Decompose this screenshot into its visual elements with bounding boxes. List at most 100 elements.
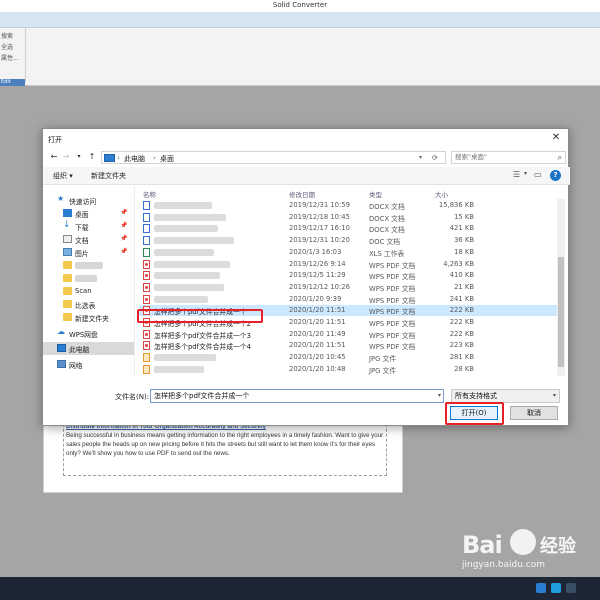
menu-search[interactable]: 搜索 xyxy=(0,31,26,42)
file-row[interactable]: 2019/12/31 10:20 DOC 文档 36 KB xyxy=(139,235,559,246)
blurred-file-name xyxy=(154,260,230,268)
file-type: DOCX 文档 xyxy=(369,214,405,223)
nav-quick-access[interactable]: ★ 快速访问 xyxy=(43,194,134,207)
view-dropdown-icon[interactable]: ▾ xyxy=(524,170,527,177)
file-row[interactable]: 2020/1/20 10:48 JPG 文件 28 KB xyxy=(139,364,559,375)
tray-icon[interactable] xyxy=(566,583,576,593)
watermark-url: jingyan.baidu.com xyxy=(462,560,546,570)
up-arrow-icon[interactable]: ↑ xyxy=(87,151,97,163)
column-size[interactable]: 大小 xyxy=(435,189,448,199)
nav-downloads[interactable]: ↓ 下载 📌 xyxy=(43,220,134,233)
pictures-icon xyxy=(63,248,72,256)
baidu-jingyan-watermark: Bai 经验 jingyan.baidu.com xyxy=(462,527,597,582)
nav-this-pc[interactable]: 此电脑 xyxy=(43,342,134,355)
menu-properties[interactable]: 属性... xyxy=(0,53,26,64)
desktop-icon xyxy=(63,209,72,217)
cancel-button[interactable]: 取消 xyxy=(510,406,558,420)
file-row[interactable]: 2019/12/12 10:26 WPS PDF 文档 21 KB xyxy=(139,282,559,293)
nav-desktop[interactable]: 桌面 📌 xyxy=(43,207,134,220)
nav-pictures[interactable]: 图片 📌 xyxy=(43,246,134,259)
document-textbox[interactable]: Distribute Information in Your Organizat… xyxy=(63,424,387,476)
doc-file-icon xyxy=(143,201,150,210)
file-type: DOCX 文档 xyxy=(369,203,405,211)
view-options-icon[interactable]: ☰ xyxy=(513,170,520,179)
file-row[interactable]: 2019/12/26 9:14 WPS PDF 文档 4,263 KB xyxy=(139,259,559,270)
filename-input[interactable]: 怎样把多个pdf文件合并成一个 ▾ xyxy=(150,389,444,403)
download-icon: ↓ xyxy=(63,220,71,230)
file-row[interactable]: 2019/12/18 10:45 DOCX 文档 15 KB xyxy=(139,212,559,223)
file-name: 怎样把多个pdf文件合并成一个3 xyxy=(154,331,251,340)
filename-dropdown-icon[interactable]: ▾ xyxy=(438,390,441,402)
breadcrumb-this-pc[interactable]: 此电脑 xyxy=(124,154,145,164)
file-type: WPS PDF 文档 xyxy=(369,308,416,317)
new-folder-button[interactable]: 新建文件夹 xyxy=(91,171,126,181)
file-type: XLS 工作表 xyxy=(369,249,405,258)
file-row[interactable]: 2019/12/17 16:10 DOCX 文档 421 KB xyxy=(139,223,559,234)
file-row[interactable]: 2019/12/31 10:59 DOCX 文档 15,836 KB xyxy=(139,200,559,211)
preview-pane-icon[interactable]: ▭ xyxy=(534,170,542,179)
doc-file-icon xyxy=(143,236,150,246)
menu-select-all[interactable]: 全选 xyxy=(0,42,26,53)
scrollbar-thumb[interactable] xyxy=(558,257,564,367)
dialog-title: 打开 xyxy=(48,136,62,144)
pin-icon[interactable]: 📌 xyxy=(120,222,127,229)
blurred-file-name xyxy=(154,213,226,221)
back-arrow-icon[interactable]: ← xyxy=(49,151,59,163)
file-row[interactable]: 怎样把多个pdf文件合并成一个4 2020/1/20 11:51 WPS PDF 文… xyxy=(139,340,559,351)
column-date[interactable]: 修改日期 xyxy=(289,189,315,199)
column-type[interactable]: 类型 xyxy=(369,189,382,199)
help-icon[interactable]: ? xyxy=(550,170,561,181)
column-name[interactable]: 名称 xyxy=(143,189,156,199)
forward-arrow-icon[interactable]: → xyxy=(61,151,71,163)
folder-icon xyxy=(63,300,72,308)
pin-icon[interactable]: 📌 xyxy=(120,209,127,216)
pdf-file-icon xyxy=(143,294,150,304)
file-row[interactable]: 怎样把多个pdf文件合并成一个3 2020/1/20 11:49 WPS PDF 文… xyxy=(139,329,559,340)
file-date: 2019/12/26 9:14 xyxy=(289,259,346,268)
nav-documents[interactable]: 文档 📌 xyxy=(43,233,134,246)
file-row[interactable]: 2020/1/20 9:39 WPS PDF 文档 241 KB xyxy=(139,294,559,305)
documents-icon xyxy=(63,235,72,243)
file-row[interactable]: 2020/1/20 10:45 JPG 文件 281 KB xyxy=(139,352,559,363)
file-row[interactable]: 2020/1/3 16:03 XLS 工作表 18 KB xyxy=(139,247,559,258)
address-dropdown-icon[interactable]: ▾ xyxy=(419,154,422,161)
breadcrumb-separator: › xyxy=(153,154,156,162)
blurred-folder-name xyxy=(75,262,103,269)
file-type-select[interactable]: 所有支持格式 ▾ xyxy=(451,389,560,403)
recent-locations-chevron-icon[interactable]: ▾ xyxy=(74,151,84,163)
file-size: 36 KB xyxy=(454,236,474,245)
nav-wps-cloud[interactable]: ☁ WPS网盘 xyxy=(43,327,134,340)
close-icon[interactable]: ✕ xyxy=(550,132,562,144)
nav-folder-scan[interactable]: Scan xyxy=(43,285,134,298)
file-row[interactable]: 2019/12/5 11:29 WPS PDF 文档 410 KB xyxy=(139,270,559,281)
jpg-file-icon xyxy=(143,364,150,374)
breadcrumb-desktop[interactable]: 桌面 xyxy=(160,154,174,164)
blurred-folder-name xyxy=(75,275,97,282)
computer-icon xyxy=(104,154,115,162)
nav-folder-blurred[interactable] xyxy=(43,259,134,272)
nav-network[interactable]: 网络 xyxy=(43,358,134,371)
tray-icon[interactable] xyxy=(536,583,546,593)
file-type: WPS PDF 文档 xyxy=(369,273,416,282)
scrollbar[interactable] xyxy=(557,199,565,376)
filename-value: 怎样把多个pdf文件合并成一个 xyxy=(154,392,250,400)
tray-icon[interactable] xyxy=(551,583,561,593)
pin-icon[interactable]: 📌 xyxy=(120,235,127,242)
file-date: 2019/12/31 10:59 xyxy=(289,201,350,209)
file-type-dropdown-icon: ▾ xyxy=(552,392,556,399)
search-input[interactable]: 搜索"桌面" ⌕ xyxy=(451,151,566,164)
organize-button[interactable]: 组织 ▾ xyxy=(53,171,73,181)
breadcrumb-separator: › xyxy=(117,154,120,162)
address-bar[interactable]: › 此电脑 › 桌面 ▾ ⟳ xyxy=(101,151,446,164)
file-type: WPS PDF 文档 xyxy=(369,343,416,352)
file-date: 2019/12/18 10:45 xyxy=(289,212,350,221)
nav-folder-bixuanbiao[interactable]: 比选表 xyxy=(43,298,134,311)
file-type: WPS PDF 文档 xyxy=(369,261,416,270)
nav-folder-new[interactable]: 新建文件夹 xyxy=(43,311,134,324)
blurred-file-name xyxy=(154,283,224,291)
refresh-icon[interactable]: ⟳ xyxy=(432,154,438,162)
file-type: WPS PDF 文档 xyxy=(369,296,416,305)
pin-icon[interactable]: 📌 xyxy=(120,248,127,255)
network-icon xyxy=(57,360,66,368)
nav-folder-blurred[interactable] xyxy=(43,272,134,285)
